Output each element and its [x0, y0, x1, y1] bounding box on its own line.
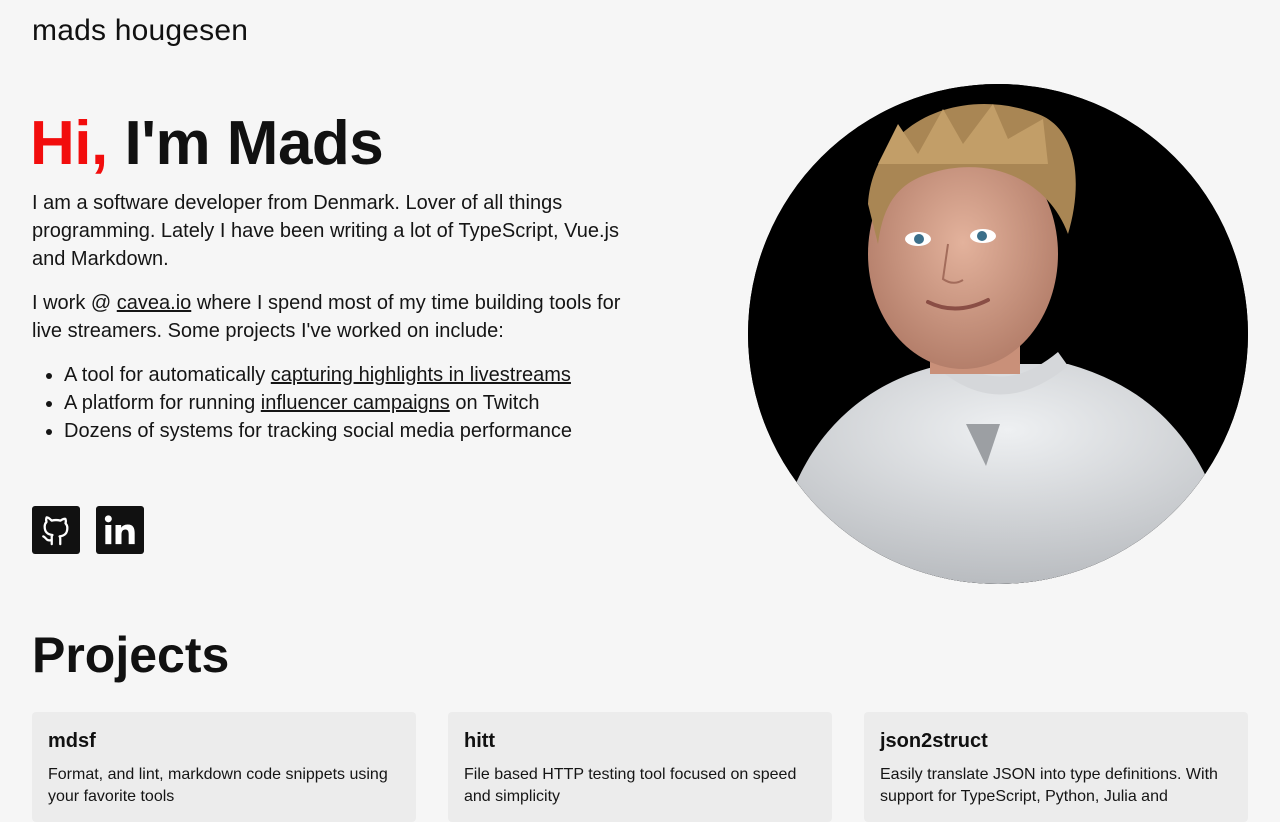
github-icon — [42, 516, 69, 546]
project-card-hitt[interactable]: hitt File based HTTP testing tool focuse… — [448, 712, 832, 822]
list-item: Dozens of systems for tracking social me… — [64, 417, 632, 445]
list-item: A tool for automatically capturing highl… — [64, 361, 632, 389]
hero-title: Hi, I'm Mads — [30, 108, 384, 180]
github-link[interactable] — [32, 506, 80, 554]
project-description: Format, and lint, markdown code snippets… — [48, 766, 388, 805]
project-title: hitt — [464, 730, 496, 752]
list-item-text: A tool for automatically — [64, 364, 271, 386]
linkedin-link[interactable] — [96, 506, 144, 554]
project-description: File based HTTP testing tool focused on … — [464, 766, 797, 805]
profile-photo — [748, 84, 1248, 584]
projects-heading: Projects — [32, 627, 230, 683]
site-name[interactable]: mads hougesen — [32, 14, 248, 48]
project-title: mdsf — [48, 730, 96, 752]
linkedin-icon — [104, 515, 135, 545]
influencer-campaigns-link[interactable]: influencer campaigns — [261, 392, 450, 414]
project-card-mdsf[interactable]: mdsf Format, and lint, markdown code sni… — [32, 712, 416, 822]
work-paragraph: I work @ cavea.io where I spend most of … — [32, 289, 632, 345]
list-item-suffix: on Twitch — [449, 392, 540, 414]
project-card-json2struct[interactable]: json2struct Easily translate JSON into t… — [864, 712, 1248, 822]
project-title: json2struct — [880, 730, 988, 752]
intro-paragraph: I am a software developer from Denmark. … — [32, 192, 619, 270]
social-links — [32, 506, 144, 554]
project-highlights-list: A tool for automatically capturing highl… — [32, 361, 632, 445]
work-prefix: I work @ — [32, 292, 117, 314]
intro-section: I am a software developer from Denmark. … — [32, 189, 632, 445]
portrait-image — [748, 84, 1248, 584]
highlights-link[interactable]: capturing highlights in livestreams — [271, 364, 571, 386]
project-description: Easily translate JSON into type definiti… — [880, 766, 1218, 805]
list-item-text: A platform for running — [64, 392, 261, 414]
hero-greeting: Hi, — [30, 109, 108, 178]
list-item: A platform for running influencer campai… — [64, 389, 632, 417]
list-item-text: Dozens of systems for tracking social me… — [64, 420, 572, 442]
cavea-link[interactable]: cavea.io — [117, 292, 192, 314]
projects-grid: mdsf Format, and lint, markdown code sni… — [32, 712, 1248, 822]
hero-name: I'm Mads — [124, 109, 384, 178]
